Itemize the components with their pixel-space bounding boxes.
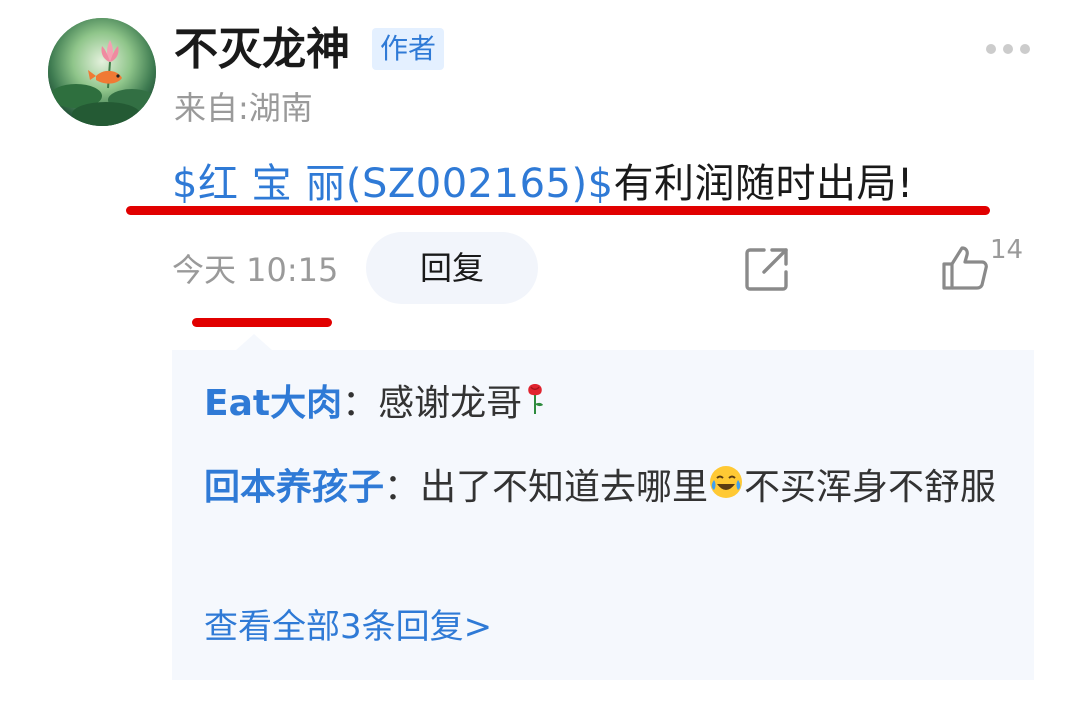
post-location: 来自:湖南 [174, 89, 313, 127]
view-all-replies-link[interactable]: 查看全部3条回复> [204, 604, 492, 650]
more-dots-icon[interactable] [984, 42, 1032, 56]
reply-user[interactable]: 回本养孩子 [204, 467, 384, 508]
red-annotation-underline [126, 206, 990, 215]
avatar[interactable] [48, 18, 156, 126]
reply-text: 出了不知道去哪里 [420, 467, 709, 508]
post-author-name[interactable]: 不灭龙神 [174, 22, 350, 78]
post-timestamp: 今天 10:15 [172, 251, 339, 289]
author-badge: 作者 [372, 28, 445, 70]
rose-emoji-icon [522, 375, 548, 435]
reply-user[interactable]: Eat大肉 [204, 383, 342, 424]
reply-separator: ： [342, 383, 379, 424]
red-annotation-underline-time [192, 318, 332, 327]
reply-text: 感谢龙哥 [378, 383, 523, 424]
replies-panel-pointer [236, 334, 272, 350]
reply-item[interactable]: 回本养孩子：出了不知道去哪里 不买浑身不舒服 [204, 458, 1010, 519]
reply-separator: ： [384, 467, 421, 508]
reply-text-continued: 不买浑身不舒服 [744, 467, 997, 508]
thumbs-up-icon[interactable] [940, 244, 990, 292]
crying-laughing-emoji-icon [708, 459, 744, 519]
post-content: $红 宝 丽(SZ002165)$有利润随时出局! [172, 156, 914, 212]
reply-button[interactable]: 回复 [366, 232, 538, 304]
share-icon[interactable] [744, 246, 790, 292]
reply-item[interactable]: Eat大肉：感谢龙哥 [204, 374, 1010, 435]
like-count: 14 [990, 235, 1024, 265]
stock-link[interactable]: $红 宝 丽(SZ002165)$ [172, 161, 614, 207]
avatar-image [48, 18, 156, 126]
post-text: 有利润随时出局! [613, 161, 914, 207]
